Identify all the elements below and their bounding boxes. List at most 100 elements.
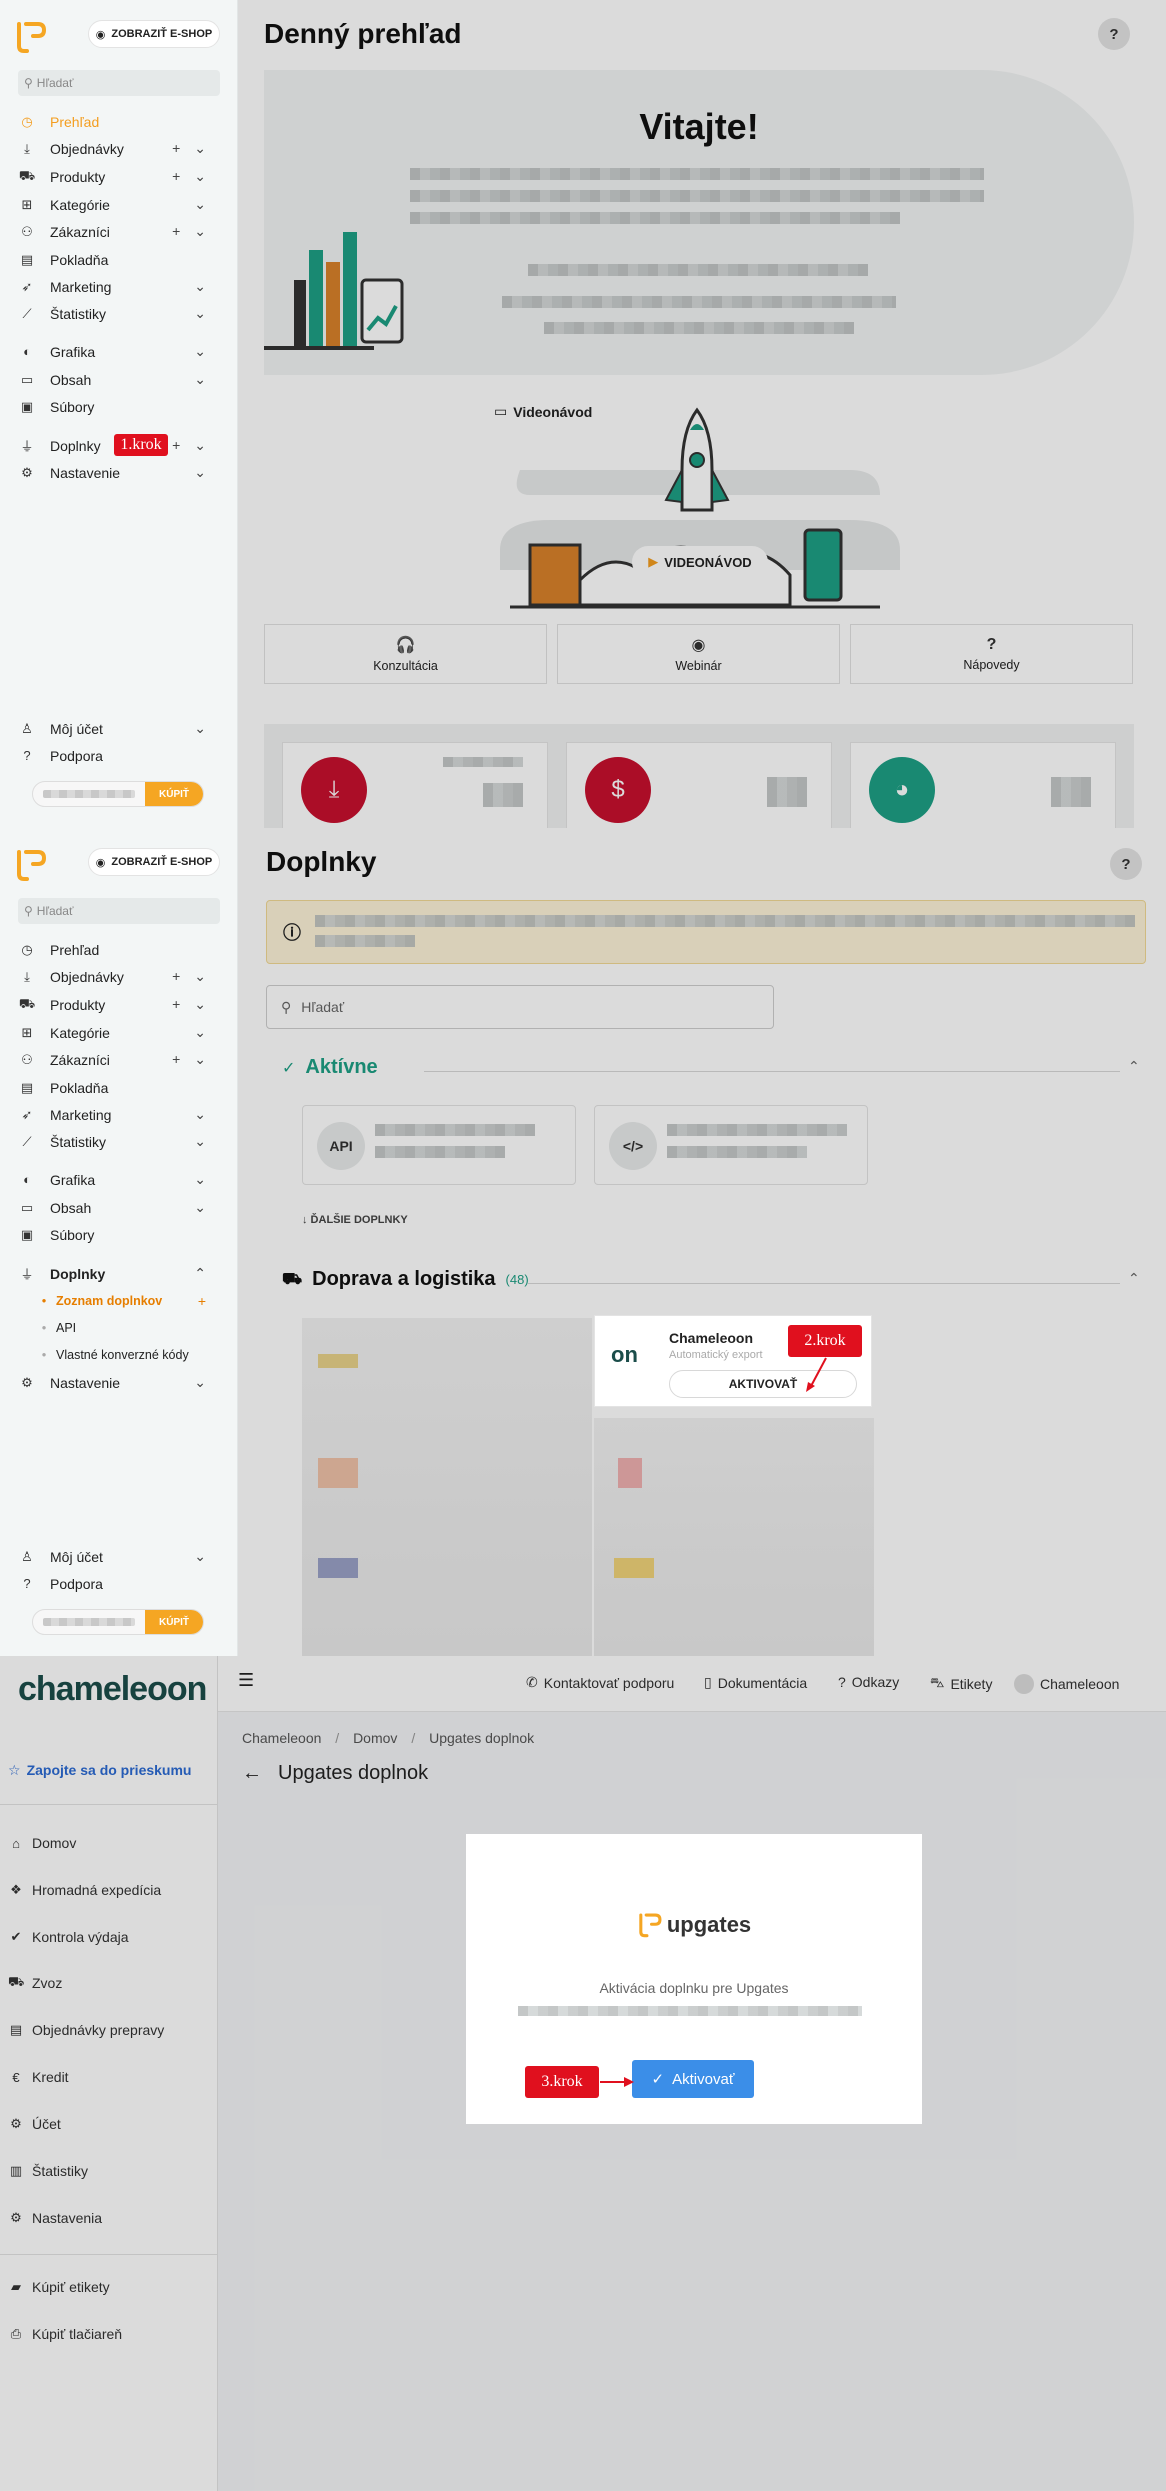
sidebar-item-zakaznici[interactable]: ⚇ Zákazníci +⌄ — [0, 218, 238, 245]
sidebar-item-zakaznici[interactable]: ⚇ Zákazníci +⌄ — [0, 1046, 238, 1073]
breadcrumb-domov[interactable]: Domov — [353, 1730, 397, 1746]
sidebar-item-marketing[interactable]: ➶ Marketing ⌄ — [0, 273, 238, 300]
sidebar-item-pokladna[interactable]: ▤ Pokladňa — [0, 1074, 238, 1101]
menu-item-objednavky-prepravy[interactable]: ▤ Objednávky prepravy — [0, 2017, 218, 2043]
sidebar-item-grafika[interactable]: ◐ Grafika ⌄ — [0, 338, 238, 365]
webinar-card[interactable]: ◉ Webinár — [557, 624, 840, 684]
addon-search-input[interactable]: ⚲ Hľadať — [266, 985, 774, 1029]
sidebar-item-statistiky[interactable]: ⟋ Štatistiky ⌄ — [0, 1128, 238, 1155]
menu-item-buy-labels[interactable]: ▰ Kúpiť etikety — [0, 2274, 218, 2300]
addon-card-api[interactable]: API — [302, 1105, 576, 1185]
sidebar-item-pokladna[interactable]: ▤ Pokladňa — [0, 246, 238, 273]
sidebar-item-nastavenie[interactable]: ⚙ Nastavenie ⌄ — [0, 459, 238, 486]
activate-button[interactable]: ✓ Aktivovať — [632, 2060, 754, 2098]
buy-button[interactable]: KÚPIŤ — [145, 782, 203, 806]
stack-icon: ❖ — [10, 1882, 22, 1897]
plug-icon: ⏚ — [20, 439, 34, 454]
sidebar-subitem-api[interactable]: ● API — [0, 1314, 238, 1341]
chevron-up-icon[interactable]: ⌃ — [1128, 1058, 1140, 1075]
sidebar-item-moj-ucet[interactable]: ♙ Môj účet ⌄ — [0, 715, 238, 742]
sidebar-item-marketing[interactable]: ➶ Marketing ⌄ — [0, 1101, 238, 1128]
sidebar-item-prehlad[interactable]: ◷ Prehľad — [0, 108, 238, 135]
menu-item-hromadna-expedicia[interactable]: ❖ Hromadná expedícia — [0, 1877, 218, 1903]
cart-icon: ⛍ — [930, 1674, 945, 1690]
blurred-text — [410, 212, 900, 224]
palette-icon: ◐ — [23, 1172, 31, 1187]
arrow-icon — [600, 2077, 634, 2087]
sidebar-item-moj-ucet[interactable]: ♙ Môj účet ⌄ — [0, 1543, 238, 1570]
sidebar-item-produkty[interactable]: ⛟ Produkty +⌄ — [0, 991, 238, 1018]
sidebar-search[interactable]: ⚲ Hľadať — [18, 898, 220, 924]
help-button[interactable]: ? — [1098, 18, 1130, 50]
sidebar-item-subory[interactable]: ▣ Súbory — [0, 393, 238, 420]
credit-icon: € — [12, 2069, 20, 2085]
more-addons-link[interactable]: ↓ ĎALŠIE DOPLNKY — [302, 1214, 408, 1226]
step-1-badge: 1.krok — [114, 434, 168, 456]
sidebar-item-subory[interactable]: ▣ Súbory — [0, 1221, 238, 1248]
user-icon — [1014, 1674, 1034, 1694]
sidebar-item-kategorie[interactable]: ⊞ Kategórie ⌄ — [0, 1019, 238, 1046]
question-icon: ? — [986, 636, 997, 653]
menu-item-buy-printer[interactable]: ⎙ Kúpiť tlačiareň — [0, 2321, 218, 2347]
stat-card-savings: ◕ — [850, 742, 1116, 828]
menu-item-kontrola-vydaja[interactable]: ✔ Kontrola výdaja — [0, 1924, 218, 1950]
image-icon: ▣ — [20, 398, 34, 414]
logistics-section-header[interactable]: ⛟ Doprava a logistika (48) — [282, 1268, 529, 1291]
breadcrumb-chameleoon[interactable]: Chameleoon — [242, 1730, 321, 1746]
video-play-button[interactable]: ▶ VIDEONÁVOD — [632, 546, 768, 578]
menu-toggle-icon[interactable]: ☰ — [238, 1670, 254, 1691]
menu-item-domov[interactable]: ⌂ Domov — [0, 1830, 218, 1856]
documentation-link[interactable]: ▯ Dokumentácia — [704, 1674, 807, 1691]
menu-item-zvoz[interactable]: ⛟ Zvoz — [0, 1970, 218, 1996]
license-buy-box[interactable]: KÚPIŤ — [32, 781, 204, 807]
money-bag-icon: $ — [585, 757, 651, 823]
consultation-card[interactable]: 🎧 Konzultácia — [264, 624, 547, 684]
menu-item-statistiky[interactable]: ▥ Štatistiky — [0, 2158, 218, 2184]
sidebar-subitem-addon-list[interactable]: ● Zoznam doplnkov + — [0, 1287, 238, 1314]
sidebar-item-podpora[interactable]: ? Podpora — [0, 1570, 238, 1597]
show-eshop-button[interactable]: ◉ ZOBRAZIŤ E-SHOP — [88, 848, 220, 876]
sidebar-item-objednavky[interactable]: ⤓ Objednávky +⌄ — [0, 963, 238, 990]
help-card[interactable]: ? Nápovedy — [850, 624, 1133, 684]
sidebar-item-doplnky[interactable]: ⏚ Doplnky ⌃ — [0, 1260, 238, 1287]
menu-item-kredit[interactable]: € Kredit — [0, 2064, 218, 2090]
license-buy-box[interactable]: KÚPIŤ — [32, 1609, 204, 1635]
user-menu[interactable]: Chameleoon — [1014, 1674, 1119, 1694]
menu-item-ucet[interactable]: ⚙ Účet — [0, 2111, 218, 2137]
sidebar-item-kategorie[interactable]: ⊞ Kategórie ⌄ — [0, 191, 238, 218]
dashboard-icon: ◷ — [21, 113, 33, 129]
sidebar-item-obsah[interactable]: ▭ Obsah ⌄ — [0, 1194, 238, 1221]
active-section-header[interactable]: ✓ Aktívne — [282, 1056, 378, 1079]
check-icon: ✔ — [10, 1929, 22, 1944]
book-icon: ▯ — [704, 1674, 712, 1690]
sidebar-item-nastavenie[interactable]: ⚙ Nastavenie ⌄ — [0, 1369, 238, 1396]
help-button[interactable]: ? — [1110, 848, 1142, 880]
upgates-logo-icon[interactable] — [14, 20, 48, 54]
links-link[interactable]: ? Odkazy — [838, 1674, 899, 1690]
survey-link[interactable]: ☆ Zapojte sa do prieskumu — [8, 1762, 192, 1779]
sidebar-subitem-conversion-codes[interactable]: ● Vlastné konverzné kódy — [0, 1341, 238, 1368]
upgates-logo-icon[interactable] — [14, 848, 48, 882]
labels-link[interactable]: ⛍ Etikety — [930, 1674, 992, 1693]
users-icon: ⚇ — [21, 1051, 33, 1067]
sidebar-item-prehlad[interactable]: ◷ Prehľad — [0, 936, 238, 963]
chameleoon-logo[interactable]: chameleoon — [18, 1670, 207, 1709]
sidebar-item-grafika[interactable]: ◐ Grafika ⌄ — [0, 1166, 238, 1193]
sidebar-item-produkty[interactable]: ⛟ Produkty +⌄ — [0, 163, 238, 190]
sidebar-item-objednavky[interactable]: ⤓ Objednávky +⌄ — [0, 135, 238, 162]
sidebar-item-statistiky[interactable]: ⟋ Štatistiky ⌄ — [0, 300, 238, 327]
buy-button[interactable]: KÚPIŤ — [145, 1610, 203, 1634]
contact-support-link[interactable]: ✆ Kontaktovať podporu — [526, 1674, 674, 1691]
category-icon: ⊞ — [21, 196, 33, 212]
sidebar-item-obsah[interactable]: ▭ Obsah ⌄ — [0, 366, 238, 393]
addon-card-code[interactable]: </> — [594, 1105, 868, 1185]
page-title: Doplnky — [266, 846, 377, 877]
chameleoon-logo-icon: on — [611, 1342, 638, 1367]
play-icon: ▶ — [648, 554, 659, 569]
sidebar-search[interactable]: ⚲ Hľadať — [18, 70, 220, 96]
chevron-up-icon[interactable]: ⌃ — [1128, 1270, 1140, 1287]
back-arrow-icon[interactable]: ← — [242, 1762, 262, 1785]
show-eshop-button[interactable]: ◉ ZOBRAZIŤ E-SHOP — [88, 20, 220, 48]
menu-item-nastavenia[interactable]: ⚙ Nastavenia — [0, 2205, 218, 2231]
sidebar-item-podpora[interactable]: ? Podpora — [0, 742, 238, 769]
